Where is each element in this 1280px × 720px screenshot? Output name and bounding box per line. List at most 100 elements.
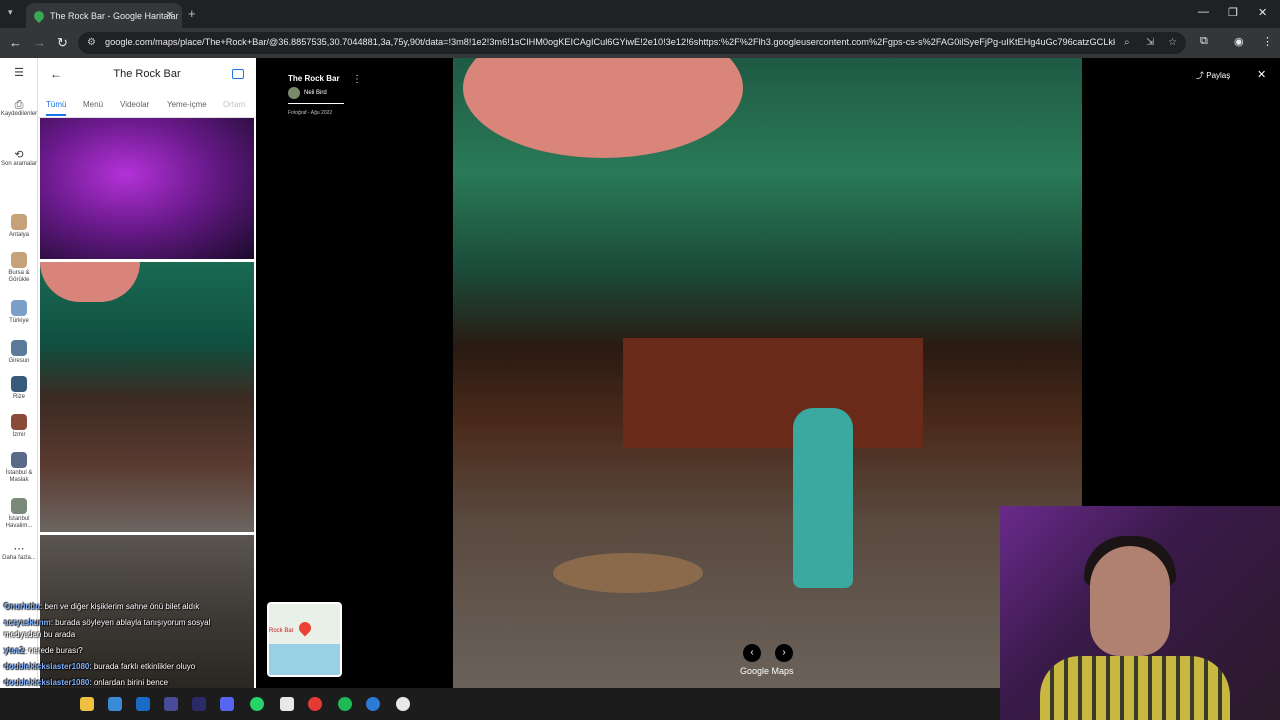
back-icon[interactable]: ← bbox=[9, 35, 22, 50]
app-icon[interactable] bbox=[164, 697, 178, 711]
profile-icon[interactable]: ◉ bbox=[1234, 35, 1244, 48]
install-icon[interactable]: ⇲ bbox=[1146, 37, 1154, 48]
close-viewer-icon[interactable]: ✕ bbox=[1257, 68, 1266, 81]
next-photo-button[interactable]: › bbox=[775, 644, 793, 662]
rail-item-turkiye[interactable]: Türkiye bbox=[0, 300, 38, 325]
add-photo-icon[interactable] bbox=[232, 69, 244, 79]
chat-message: Onurlutlu: ben ve diğer kişiklerim sahne… bbox=[4, 602, 200, 611]
photo-thumbnail-selected[interactable] bbox=[40, 262, 254, 532]
rail-item-izmir[interactable]: İzmir bbox=[0, 414, 38, 439]
close-window-icon[interactable]: ✕ bbox=[1258, 6, 1267, 19]
chat-message: ytsa2: nerede burası? bbox=[4, 646, 83, 655]
taskbar bbox=[0, 688, 1000, 720]
place-thumb bbox=[11, 376, 27, 392]
webcam-shirt bbox=[1040, 656, 1230, 720]
rail-item-rize[interactable]: Rize bbox=[0, 376, 38, 401]
main-photo[interactable] bbox=[453, 58, 1082, 688]
chat-message: doublekickslaster1080: onlardan birini b… bbox=[4, 678, 169, 687]
browser-toolbar: ← → ↻ ⚙ google.com/maps/place/The+Rock+B… bbox=[0, 28, 1280, 58]
photo-region-table bbox=[553, 553, 703, 593]
rail-item-istanbul-maslak[interactable]: İstanbul & Maslak bbox=[0, 452, 38, 484]
bookmark-star-icon[interactable]: ☆ bbox=[1168, 37, 1177, 48]
maps-favicon-icon bbox=[31, 8, 47, 23]
menu-icon[interactable]: ⋮ bbox=[1262, 35, 1273, 48]
prev-photo-button[interactable]: ‹ bbox=[743, 644, 761, 662]
zoom-icon[interactable]: ⌕ bbox=[1124, 37, 1130, 48]
rail-item-antalya[interactable]: Antalya bbox=[0, 214, 38, 239]
share-label: Paylaş bbox=[1206, 71, 1231, 80]
place-thumb bbox=[11, 300, 27, 316]
tab-food-drink[interactable]: Yeme-içme bbox=[167, 100, 207, 109]
place-thumb bbox=[11, 252, 27, 268]
tab-menu[interactable]: Menü bbox=[83, 100, 103, 109]
rail-item-giresun[interactable]: Giresun bbox=[0, 340, 38, 365]
chat-message: acryaskunm: burada söyleyen ablayla tanı… bbox=[4, 618, 211, 627]
place-thumb bbox=[11, 498, 27, 514]
history-icon: ⟲ bbox=[14, 149, 24, 161]
tab-all[interactable]: Tümü bbox=[46, 100, 67, 116]
reload-icon[interactable]: ↻ bbox=[57, 35, 68, 51]
author-block: The Rock Bar Neil Bird Fotoğraf - Ağu 20… bbox=[288, 74, 344, 116]
browser-tab[interactable]: The Rock Bar - Google Haritalar ✕ bbox=[26, 3, 182, 28]
panel-header: ← The Rock Bar Tümü Menü Videolar Yeme-i… bbox=[38, 58, 256, 118]
spotify-icon[interactable] bbox=[338, 697, 352, 711]
file-explorer-icon[interactable] bbox=[80, 697, 94, 711]
discord-icon[interactable] bbox=[220, 697, 234, 711]
tab-search-icon[interactable]: ▾ bbox=[8, 7, 13, 18]
browser-titlebar: ▾ The Rock Bar - Google Haritalar ✕ + — … bbox=[0, 0, 1280, 28]
rail-item-label: İstanbul Havalim... bbox=[5, 516, 33, 529]
address-bar[interactable]: ⚙ google.com/maps/place/The+Rock+Bar/@36… bbox=[78, 32, 1186, 54]
rail-item-saved[interactable]: ⎙ Kaydedilenler bbox=[0, 99, 38, 118]
site-info-icon[interactable]: ⚙ bbox=[87, 37, 96, 48]
app-icon[interactable] bbox=[136, 697, 150, 711]
share-button[interactable]: ⤴ Paylaş bbox=[1196, 70, 1230, 81]
tab-close-icon[interactable]: ✕ bbox=[166, 10, 174, 21]
rail-item-label: Rize bbox=[12, 394, 25, 400]
place-thumb bbox=[11, 340, 27, 356]
new-tab-icon[interactable]: + bbox=[188, 6, 196, 21]
photo-region-finger bbox=[463, 58, 743, 158]
author-user[interactable]: Neil Bird bbox=[288, 87, 344, 99]
whatsapp-icon[interactable] bbox=[250, 697, 264, 711]
chrome-icon[interactable] bbox=[396, 697, 410, 711]
rail-item-label: Son aramalar bbox=[0, 161, 38, 167]
tab-videos[interactable]: Videolar bbox=[120, 100, 149, 109]
photo-region-person bbox=[793, 408, 853, 588]
author-name: Neil Bird bbox=[304, 90, 327, 96]
rail-item-bursa[interactable]: Bursa & Görükle bbox=[0, 252, 38, 284]
more-icon: ⋯ bbox=[13, 543, 25, 555]
more-options-icon[interactable]: ⋮ bbox=[352, 74, 362, 85]
app-icon[interactable] bbox=[280, 697, 294, 711]
app-icon[interactable] bbox=[192, 697, 206, 711]
rail-item-label: Giresun bbox=[8, 358, 30, 364]
minimap-water bbox=[269, 644, 340, 675]
place-thumb bbox=[11, 452, 27, 468]
photo-tabs: Tümü Menü Videolar Yeme-içme Ortam bbox=[38, 100, 256, 118]
extensions-icon[interactable]: ⧉ bbox=[1200, 35, 1208, 48]
rail-item-more[interactable]: ⋯ Daha fazla... bbox=[0, 543, 38, 562]
tab-ambience[interactable]: Ortam bbox=[223, 100, 245, 109]
photo-region-bar bbox=[623, 338, 923, 448]
bookmark-icon: ⎙ bbox=[14, 99, 24, 111]
place-title: The Rock Bar bbox=[113, 68, 181, 80]
app-icon[interactable] bbox=[366, 697, 380, 711]
media-player-icon[interactable] bbox=[308, 697, 322, 711]
minimize-icon[interactable]: — bbox=[1198, 6, 1209, 18]
rail-item-recent[interactable]: ⟲ Son aramalar bbox=[0, 149, 38, 168]
minimap[interactable]: Rock Bar bbox=[267, 602, 342, 677]
photos-panel: ← The Rock Bar Tümü Menü Videolar Yeme-i… bbox=[38, 58, 256, 688]
photo-date: Fotoğraf - Ağu 2022 bbox=[288, 110, 333, 116]
menu-hamburger-icon[interactable]: ☰ bbox=[0, 68, 38, 79]
rail-item-label: Türkiye bbox=[9, 318, 29, 324]
forward-icon[interactable]: → bbox=[33, 35, 46, 50]
photo-thumbnail[interactable] bbox=[40, 118, 254, 259]
minimap-label: Rock Bar bbox=[269, 628, 294, 634]
rail-item-label: Kaydedilenler bbox=[0, 111, 38, 117]
rail-item-istanbul-havalimani[interactable]: İstanbul Havalim... bbox=[0, 498, 38, 530]
avatar bbox=[288, 87, 300, 99]
author-place-name: The Rock Bar bbox=[288, 74, 340, 83]
restore-icon[interactable]: ❐ bbox=[1228, 6, 1238, 19]
url-text[interactable]: google.com/maps/place/The+Rock+Bar/@36.8… bbox=[105, 37, 1115, 47]
app-icon[interactable] bbox=[108, 697, 122, 711]
google-maps-logo: Google Maps bbox=[740, 666, 794, 676]
